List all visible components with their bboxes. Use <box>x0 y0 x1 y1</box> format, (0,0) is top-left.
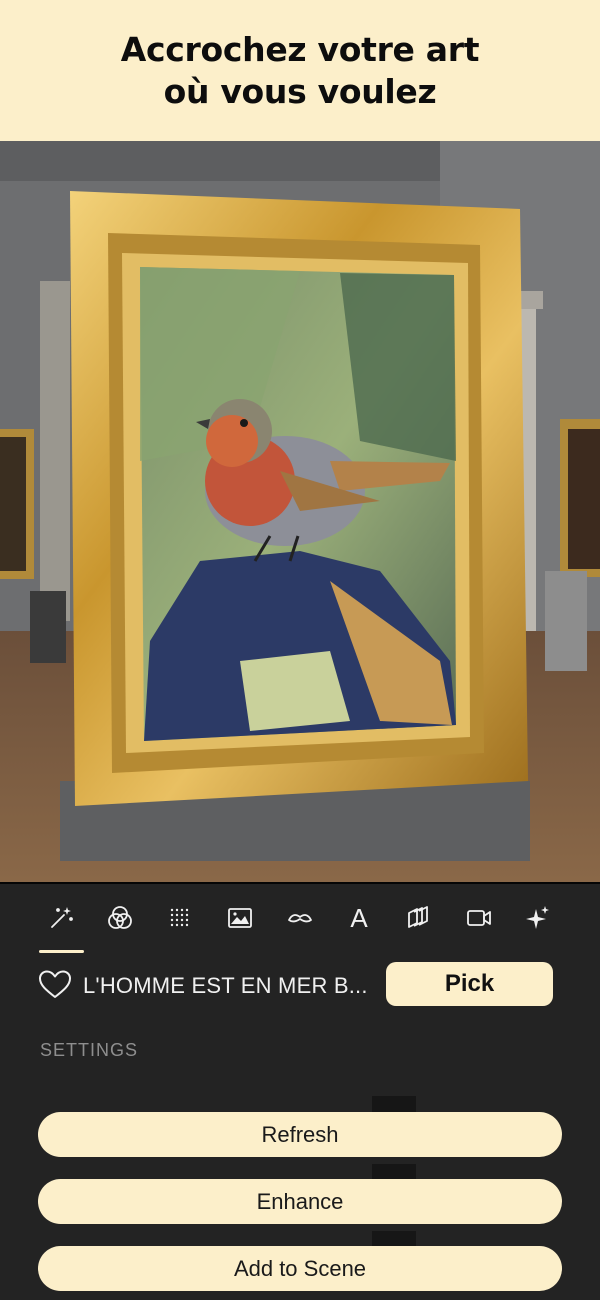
selected-tool-indicator <box>39 950 84 953</box>
heart-icon[interactable] <box>38 968 72 1002</box>
tool-bar: A <box>0 896 600 953</box>
museum-scene-image <box>0 141 600 882</box>
headline-line-2: où vous voulez <box>163 71 437 111</box>
text-tool[interactable]: A <box>337 896 381 940</box>
artwork-title: L'HOMME EST EN MER B... <box>83 973 368 998</box>
text-icon: A <box>350 902 368 933</box>
pick-button[interactable]: Pick <box>386 962 553 1006</box>
mustache-icon <box>288 914 312 923</box>
video-tool[interactable] <box>457 896 501 940</box>
mustache-tool[interactable] <box>278 896 322 940</box>
editor-panel: A L'HOMME EST EN MER B... Pick SETTINGS <box>0 882 600 1300</box>
divider-shadow <box>372 1164 416 1180</box>
layers-tool[interactable] <box>397 896 441 940</box>
headline-banner: Accrochez votre art où vous voulez <box>0 0 600 141</box>
sparkles-tool[interactable] <box>516 896 560 940</box>
texture-tool[interactable] <box>158 896 202 940</box>
layers-icon <box>408 906 428 928</box>
video-camera-icon <box>467 910 491 926</box>
headline-line-1: Accrochez votre art <box>120 29 480 69</box>
color-circles-icon <box>108 906 132 929</box>
settings-section-label: SETTINGS <box>40 1040 139 1060</box>
color-filter-tool[interactable] <box>98 896 142 940</box>
magic-wand-icon <box>51 907 73 928</box>
artwork-row: L'HOMME EST EN MER B... Pick <box>0 962 600 1008</box>
image-icon <box>228 908 252 928</box>
enhance-button[interactable]: Enhance <box>38 1179 562 1224</box>
divider-shadow <box>372 1096 416 1112</box>
sparkles-icon <box>526 906 549 929</box>
image-tool[interactable] <box>218 896 262 940</box>
refresh-button[interactable]: Refresh <box>38 1112 562 1157</box>
magic-wand-tool[interactable] <box>39 896 83 940</box>
divider-shadow <box>372 1231 416 1247</box>
scene-preview <box>0 141 600 882</box>
dot-grid-icon <box>170 908 189 927</box>
add-to-scene-button[interactable]: Add to Scene <box>38 1246 562 1291</box>
